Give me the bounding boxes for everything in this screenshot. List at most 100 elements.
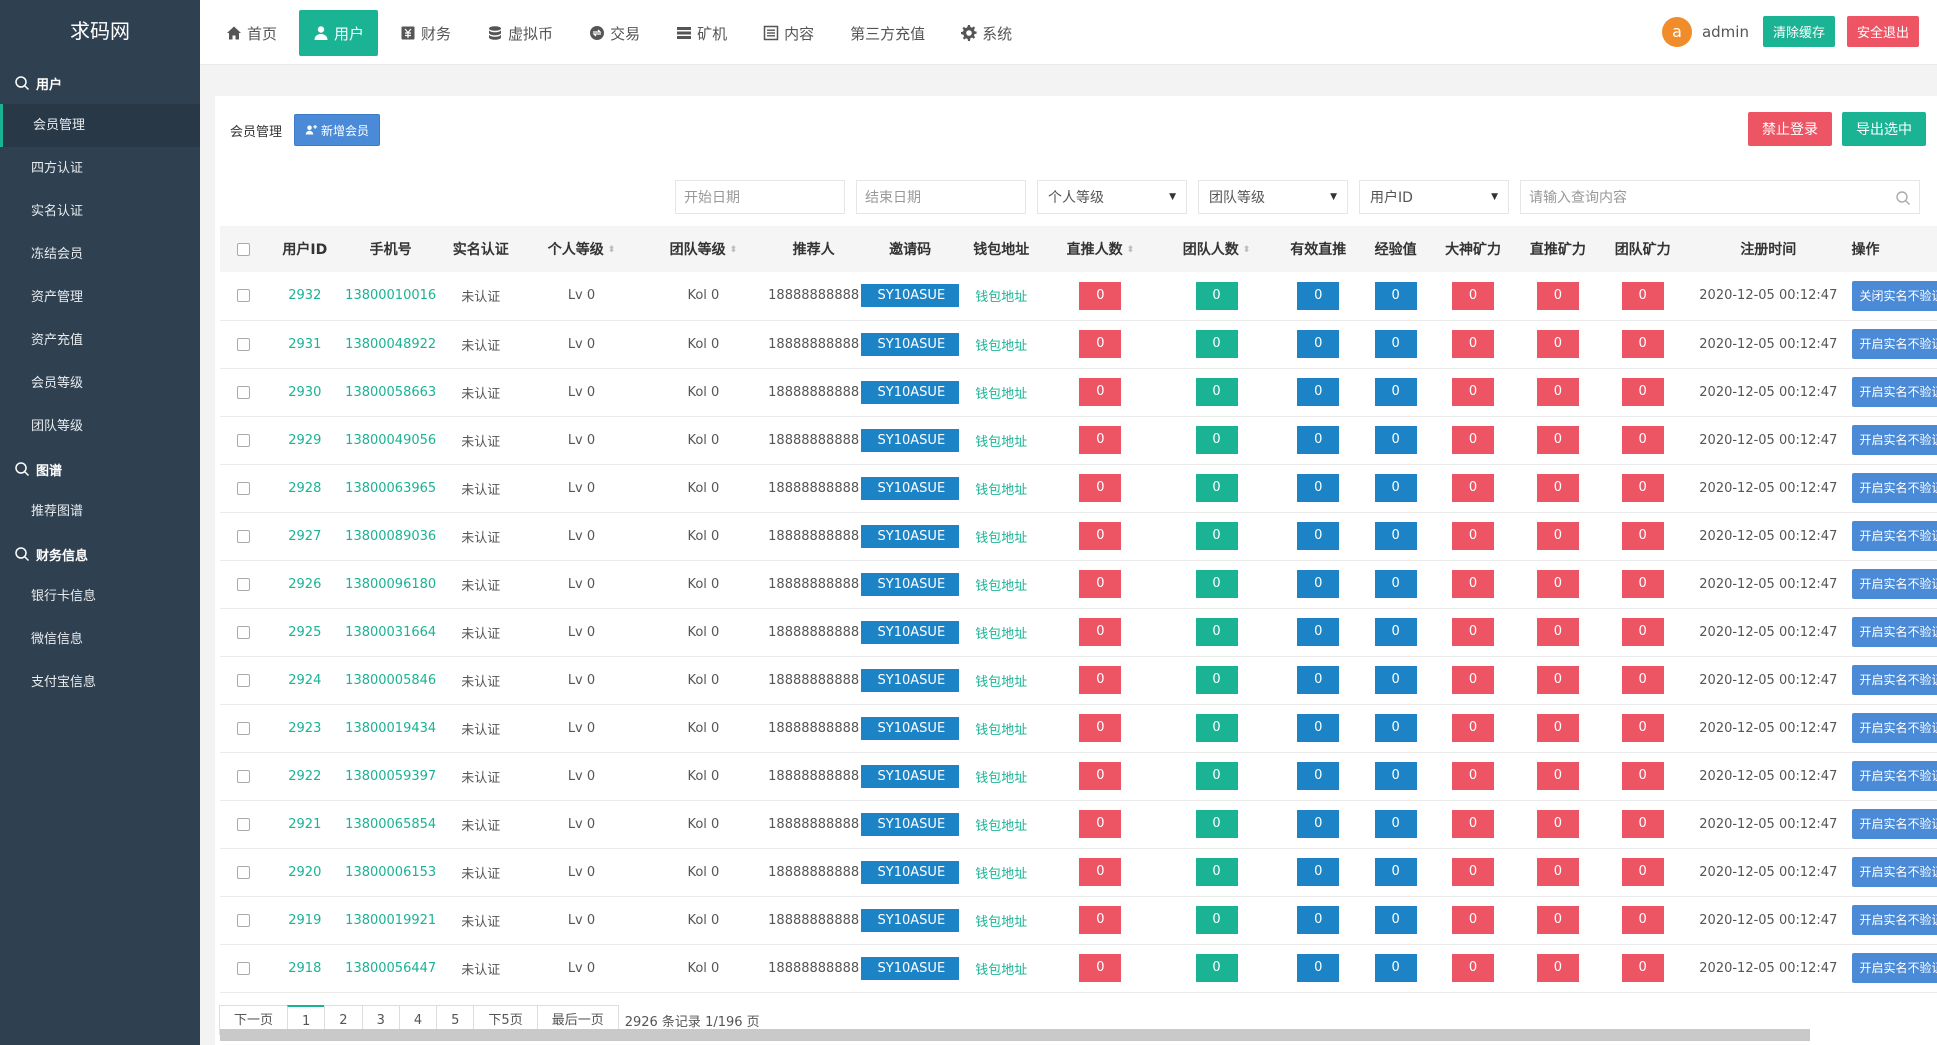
team-power-badge[interactable]: 0 <box>1621 714 1664 742</box>
direct-power-badge[interactable]: 0 <box>1536 570 1579 598</box>
team-power-badge[interactable]: 0 <box>1621 762 1664 790</box>
invite-code-button[interactable]: SY10ASUE <box>861 860 959 884</box>
user-id-link[interactable]: 2922 <box>288 769 321 784</box>
user-id-link[interactable]: 2919 <box>288 913 321 928</box>
tab-5[interactable]: 矿机 <box>662 10 741 56</box>
invite-code-button[interactable]: SY10ASUE <box>861 764 959 788</box>
team-power-badge[interactable]: 0 <box>1621 906 1664 934</box>
valid-direct-badge[interactable]: 0 <box>1297 954 1340 982</box>
phone-link[interactable]: 13800063965 <box>345 481 436 496</box>
team-power-badge[interactable]: 0 <box>1621 570 1664 598</box>
valid-direct-badge[interactable]: 0 <box>1297 522 1340 550</box>
master-power-badge[interactable]: 0 <box>1452 762 1495 790</box>
toggle-realname-button[interactable]: 开启实名不验证 <box>1851 953 1937 983</box>
toggle-realname-button[interactable]: 开启实名不验证 <box>1851 521 1937 551</box>
toggle-realname-button[interactable]: 开启实名不验证 <box>1851 473 1937 503</box>
master-power-badge[interactable]: 0 <box>1452 426 1495 454</box>
start-date-input[interactable]: 开始日期 <box>675 180 845 214</box>
tab-8[interactable]: 系统 <box>947 10 1026 56</box>
team-power-badge[interactable]: 0 <box>1621 858 1664 886</box>
toggle-realname-button[interactable]: 开启实名不验证 <box>1851 665 1937 695</box>
direct-count-badge[interactable]: 0 <box>1079 762 1122 790</box>
wallet-address-link[interactable]: 钱包地址 <box>975 339 1027 354</box>
team-power-badge[interactable]: 0 <box>1621 426 1664 454</box>
wallet-address-link[interactable]: 钱包地址 <box>975 435 1027 450</box>
sort-icon[interactable]: ⬍ <box>608 245 616 255</box>
wallet-address-link[interactable]: 钱包地址 <box>975 675 1027 690</box>
phone-link[interactable]: 13800056447 <box>345 961 436 976</box>
toggle-realname-button[interactable]: 开启实名不验证 <box>1851 377 1937 407</box>
master-power-badge[interactable]: 0 <box>1452 810 1495 838</box>
toggle-realname-button[interactable]: 开启实名不验证 <box>1851 569 1937 599</box>
experience-badge[interactable]: 0 <box>1374 570 1417 598</box>
toggle-realname-button[interactable]: 开启实名不验证 <box>1851 809 1937 839</box>
team-level-select[interactable]: 团队等级 ▼ <box>1198 180 1348 214</box>
sidebar-item[interactable]: 银行卡信息 <box>0 575 200 618</box>
toggle-realname-button[interactable]: 开启实名不验证 <box>1851 425 1937 455</box>
phone-link[interactable]: 13800010016 <box>345 288 436 303</box>
column-header[interactable]: 团队等级 ⬍ <box>641 226 766 272</box>
sidebar-section-header[interactable]: 财务信息 <box>0 533 200 575</box>
sidebar-item[interactable]: 会员管理 <box>0 104 200 147</box>
team-power-badge[interactable]: 0 <box>1621 474 1664 502</box>
phone-link[interactable]: 13800089036 <box>345 529 436 544</box>
tab-4[interactable]: 交易 <box>575 10 654 56</box>
wallet-address-link[interactable]: 钱包地址 <box>975 963 1027 978</box>
master-power-badge[interactable]: 0 <box>1452 954 1495 982</box>
phone-link[interactable]: 13800059397 <box>345 769 436 784</box>
user-id-link[interactable]: 2928 <box>288 481 321 496</box>
team-count-badge[interactable]: 0 <box>1195 906 1238 934</box>
master-power-badge[interactable]: 0 <box>1452 474 1495 502</box>
experience-badge[interactable]: 0 <box>1374 378 1417 406</box>
experience-badge[interactable]: 0 <box>1374 762 1417 790</box>
team-power-badge[interactable]: 0 <box>1621 281 1664 310</box>
invite-code-button[interactable]: SY10ASUE <box>861 332 959 356</box>
phone-link[interactable]: 13800006153 <box>345 865 436 880</box>
invite-code-button[interactable]: SY10ASUE <box>861 380 959 404</box>
team-power-badge[interactable]: 0 <box>1621 330 1664 358</box>
export-selected-button[interactable]: 导出选中 <box>1842 112 1926 146</box>
experience-badge[interactable]: 0 <box>1374 954 1417 982</box>
row-checkbox[interactable] <box>237 625 251 639</box>
wallet-address-link[interactable]: 钱包地址 <box>975 723 1027 738</box>
admin-name[interactable]: admin <box>1702 23 1749 41</box>
valid-direct-badge[interactable]: 0 <box>1297 281 1340 310</box>
team-power-badge[interactable]: 0 <box>1621 618 1664 646</box>
team-count-badge[interactable]: 0 <box>1195 714 1238 742</box>
team-count-badge[interactable]: 0 <box>1195 330 1238 358</box>
team-count-badge[interactable]: 0 <box>1195 618 1238 646</box>
invite-code-button[interactable]: SY10ASUE <box>861 668 959 692</box>
valid-direct-badge[interactable]: 0 <box>1297 810 1340 838</box>
sidebar-section-header[interactable]: 用户 <box>0 62 200 104</box>
sort-icon[interactable]: ⬍ <box>730 245 738 255</box>
tab-0[interactable]: 首页 <box>212 10 291 56</box>
valid-direct-badge[interactable]: 0 <box>1297 714 1340 742</box>
sidebar-item[interactable]: 资产管理 <box>0 276 200 319</box>
team-count-badge[interactable]: 0 <box>1195 810 1238 838</box>
tab-7[interactable]: 第三方充值 <box>836 10 939 56</box>
master-power-badge[interactable]: 0 <box>1452 570 1495 598</box>
experience-badge[interactable]: 0 <box>1374 281 1417 310</box>
sidebar-item[interactable]: 微信信息 <box>0 618 200 661</box>
direct-power-badge[interactable]: 0 <box>1536 906 1579 934</box>
direct-count-badge[interactable]: 0 <box>1079 378 1122 406</box>
sidebar-item[interactable]: 会员等级 <box>0 362 200 405</box>
direct-count-badge[interactable]: 0 <box>1079 570 1122 598</box>
row-checkbox[interactable] <box>237 337 251 351</box>
user-id-link[interactable]: 2925 <box>288 625 321 640</box>
toggle-realname-button[interactable]: 关闭实名不验证 <box>1851 280 1937 311</box>
wallet-address-link[interactable]: 钱包地址 <box>975 771 1027 786</box>
column-header[interactable]: 个人等级 ⬍ <box>522 226 641 272</box>
valid-direct-badge[interactable]: 0 <box>1297 330 1340 358</box>
team-count-badge[interactable]: 0 <box>1195 666 1238 694</box>
direct-count-badge[interactable]: 0 <box>1079 474 1122 502</box>
sidebar-item[interactable]: 四方认证 <box>0 147 200 190</box>
team-count-badge[interactable]: 0 <box>1195 762 1238 790</box>
valid-direct-badge[interactable]: 0 <box>1297 858 1340 886</box>
row-checkbox[interactable] <box>237 865 251 879</box>
user-id-link[interactable]: 2924 <box>288 673 321 688</box>
invite-code-button[interactable]: SY10ASUE <box>861 716 959 740</box>
direct-count-badge[interactable]: 0 <box>1079 714 1122 742</box>
search-input[interactable]: 请输入查询内容 <box>1520 180 1920 214</box>
user-id-link[interactable]: 2920 <box>288 865 321 880</box>
